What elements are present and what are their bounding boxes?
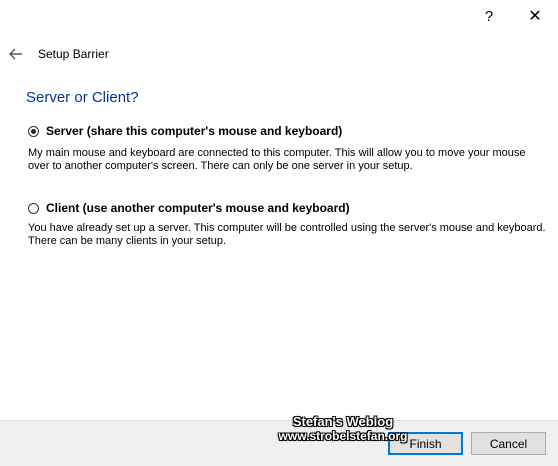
- server-option[interactable]: Server (share this computer's mouse and …: [28, 122, 342, 140]
- help-icon: ?: [484, 7, 494, 25]
- title-bar: ? ✕: [0, 0, 558, 32]
- back-button[interactable]: [4, 42, 28, 66]
- client-radio[interactable]: [28, 202, 39, 214]
- wizard-title: Setup Barrier: [38, 47, 109, 61]
- help-button[interactable]: ?: [466, 0, 512, 32]
- server-description: My main mouse and keyboard are connected…: [28, 147, 526, 172]
- wizard-header: Setup Barrier: [0, 40, 558, 70]
- watermark: Stefan's Weblog www.strobelstefan.org: [272, 414, 414, 444]
- back-arrow-icon: [9, 48, 22, 60]
- watermark-line-2: www.strobelstefan.org: [278, 429, 408, 443]
- close-button[interactable]: ✕: [512, 0, 558, 32]
- radio-selected-dot: [31, 128, 36, 134]
- page-title: Server or Client?: [26, 89, 139, 106]
- watermark-line-1: Stefan's Weblog: [292, 414, 394, 429]
- server-option-label[interactable]: Server (share this computer's mouse and …: [46, 124, 342, 138]
- close-icon: ✕: [528, 8, 542, 25]
- client-option-label[interactable]: Client (use another computer's mouse and…: [46, 201, 350, 215]
- client-description: You have already set up a server. This c…: [28, 222, 546, 247]
- server-radio[interactable]: [28, 125, 39, 137]
- cancel-button[interactable]: Cancel: [471, 432, 546, 455]
- client-option[interactable]: Client (use another computer's mouse and…: [28, 199, 350, 217]
